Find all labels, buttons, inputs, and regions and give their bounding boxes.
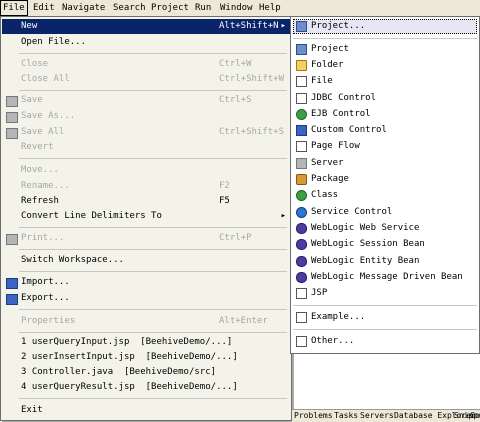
menu-separator	[19, 227, 287, 228]
file-menu-dropdown: New Alt+Shift+N ▸ Open File... Close Ctr…	[0, 16, 292, 421]
weblogic-entity-bean-icon	[296, 256, 307, 267]
menu-separator	[293, 305, 477, 306]
menu-separator	[19, 90, 287, 91]
menu-item-revert[interactable]: Revert	[2, 140, 290, 155]
submenu-item-weblogic-entity-bean[interactable]: WebLogic Entity Bean	[293, 254, 477, 269]
bottom-view-tabs: Problems Tasks Servers Database Explorer…	[292, 409, 480, 422]
menu-separator	[19, 53, 287, 54]
tab-problems[interactable]: Problems	[294, 410, 333, 422]
submenu-arrow-icon: ▸	[280, 21, 286, 31]
menu-run[interactable]: Run	[192, 0, 214, 16]
example-icon	[296, 312, 307, 323]
submenu-item-service-control[interactable]: Service Control	[293, 205, 477, 220]
submenu-item-package[interactable]: Package	[293, 172, 477, 187]
menu-edit[interactable]: Edit	[30, 0, 58, 16]
file-icon	[296, 76, 307, 87]
menu-separator	[293, 38, 477, 39]
tab-tasks[interactable]: Tasks	[334, 410, 358, 422]
menu-navigate[interactable]: Navigate	[59, 0, 108, 16]
menu-item-close-all[interactable]: Close All Ctrl+Shift+W	[2, 72, 290, 87]
menu-item-close[interactable]: Close Ctrl+W	[2, 57, 290, 72]
save-all-icon	[6, 128, 18, 139]
page-flow-icon	[296, 141, 307, 152]
menu-item-switch-workspace[interactable]: Switch Workspace...	[2, 253, 290, 268]
submenu-item-other[interactable]: Other...	[293, 334, 477, 349]
submenu-item-example[interactable]: Example...	[293, 310, 477, 325]
custom-control-icon	[296, 125, 307, 136]
package-icon	[296, 174, 307, 185]
submenu-item-project-wizard[interactable]: Project...	[293, 19, 477, 34]
menu-item-save-as[interactable]: Save As...	[2, 109, 290, 124]
import-icon	[6, 278, 18, 289]
menu-file[interactable]: File	[0, 0, 28, 16]
tab-servers[interactable]: Servers	[360, 410, 394, 422]
submenu-item-page-flow[interactable]: Page Flow	[293, 139, 477, 154]
menu-item-exit[interactable]: Exit	[2, 403, 290, 418]
submenu-item-class[interactable]: Class	[293, 188, 477, 203]
menu-window[interactable]: Window	[217, 0, 256, 16]
jsp-icon	[296, 288, 307, 299]
menu-project[interactable]: Project	[148, 0, 192, 16]
submenu-item-jsp[interactable]: JSP	[293, 286, 477, 301]
menu-item-open-file[interactable]: Open File...	[2, 35, 290, 50]
submenu-item-folder[interactable]: Folder	[293, 58, 477, 73]
menu-item-save-all[interactable]: Save All Ctrl+Shift+S	[2, 125, 290, 140]
menu-separator	[19, 249, 287, 250]
jdbc-control-icon	[296, 93, 307, 104]
submenu-item-file[interactable]: File	[293, 74, 477, 89]
save-icon	[6, 96, 18, 107]
menu-search[interactable]: Search	[110, 0, 149, 16]
submenu-item-jdbc-control[interactable]: JDBC Control	[293, 91, 477, 106]
menu-item-export[interactable]: Export...	[2, 291, 290, 306]
menu-help[interactable]: Help	[256, 0, 284, 16]
print-icon	[6, 234, 18, 245]
other-icon	[296, 336, 307, 347]
save-as-icon	[6, 112, 18, 123]
menu-separator	[293, 329, 477, 330]
submenu-item-weblogic-mdb[interactable]: WebLogic Message Driven Bean	[293, 270, 477, 285]
tab-console[interactable]: Co	[470, 410, 480, 422]
menu-separator	[19, 309, 287, 310]
menu-item-rename[interactable]: Rename... F2	[2, 179, 290, 194]
folder-icon	[296, 60, 307, 71]
recent-file-item[interactable]: 4 userQueryResult.jsp [BeehiveDemo/...]	[2, 380, 290, 395]
project-icon	[296, 44, 307, 55]
weblogic-web-service-icon	[296, 223, 307, 234]
menu-item-print[interactable]: Print... Ctrl+P	[2, 231, 290, 246]
submenu-item-server[interactable]: Server	[293, 156, 477, 171]
new-project-wizard-icon	[296, 21, 307, 32]
menu-item-move[interactable]: Move...	[2, 163, 290, 178]
menu-separator	[19, 158, 287, 159]
submenu-item-weblogic-web-service[interactable]: WebLogic Web Service	[293, 221, 477, 236]
submenu-item-custom-control[interactable]: Custom Control	[293, 123, 477, 138]
server-icon	[296, 158, 307, 169]
recent-file-item[interactable]: 1 userQueryInput.jsp [BeehiveDemo/...]	[2, 335, 290, 350]
menu-item-new[interactable]: New Alt+Shift+N ▸	[2, 19, 290, 34]
recent-file-item[interactable]: 2 userInsertInput.jsp [BeehiveDemo/...]	[2, 350, 290, 365]
menu-item-import[interactable]: Import...	[2, 275, 290, 290]
submenu-item-weblogic-session-bean[interactable]: WebLogic Session Bean	[293, 237, 477, 252]
new-submenu: Project... Project Folder File JDBC Cont…	[290, 16, 480, 354]
menu-item-properties[interactable]: Properties Alt+Enter	[2, 314, 290, 329]
submenu-arrow-icon: ▸	[280, 211, 286, 221]
menu-separator	[19, 332, 287, 333]
class-icon	[296, 190, 307, 201]
menu-separator	[19, 271, 287, 272]
submenu-item-ejb-control[interactable]: EJB Control	[293, 107, 477, 122]
weblogic-session-bean-icon	[296, 239, 307, 250]
weblogic-mdb-icon	[296, 272, 307, 283]
menu-item-convert-line-delimiters[interactable]: Convert Line Delimiters To ▸	[2, 209, 290, 224]
menu-item-save[interactable]: Save Ctrl+S	[2, 93, 290, 108]
export-icon	[6, 294, 18, 305]
menu-item-refresh[interactable]: Refresh F5	[2, 194, 290, 209]
service-control-icon	[296, 207, 307, 218]
recent-file-item[interactable]: 3 Controller.java [BeehiveDemo/src]	[2, 365, 290, 380]
submenu-item-project[interactable]: Project	[293, 42, 477, 57]
menu-bar: File Edit Navigate Search Project Run Wi…	[0, 0, 480, 16]
ejb-control-icon	[296, 109, 307, 120]
menu-separator	[19, 398, 287, 399]
